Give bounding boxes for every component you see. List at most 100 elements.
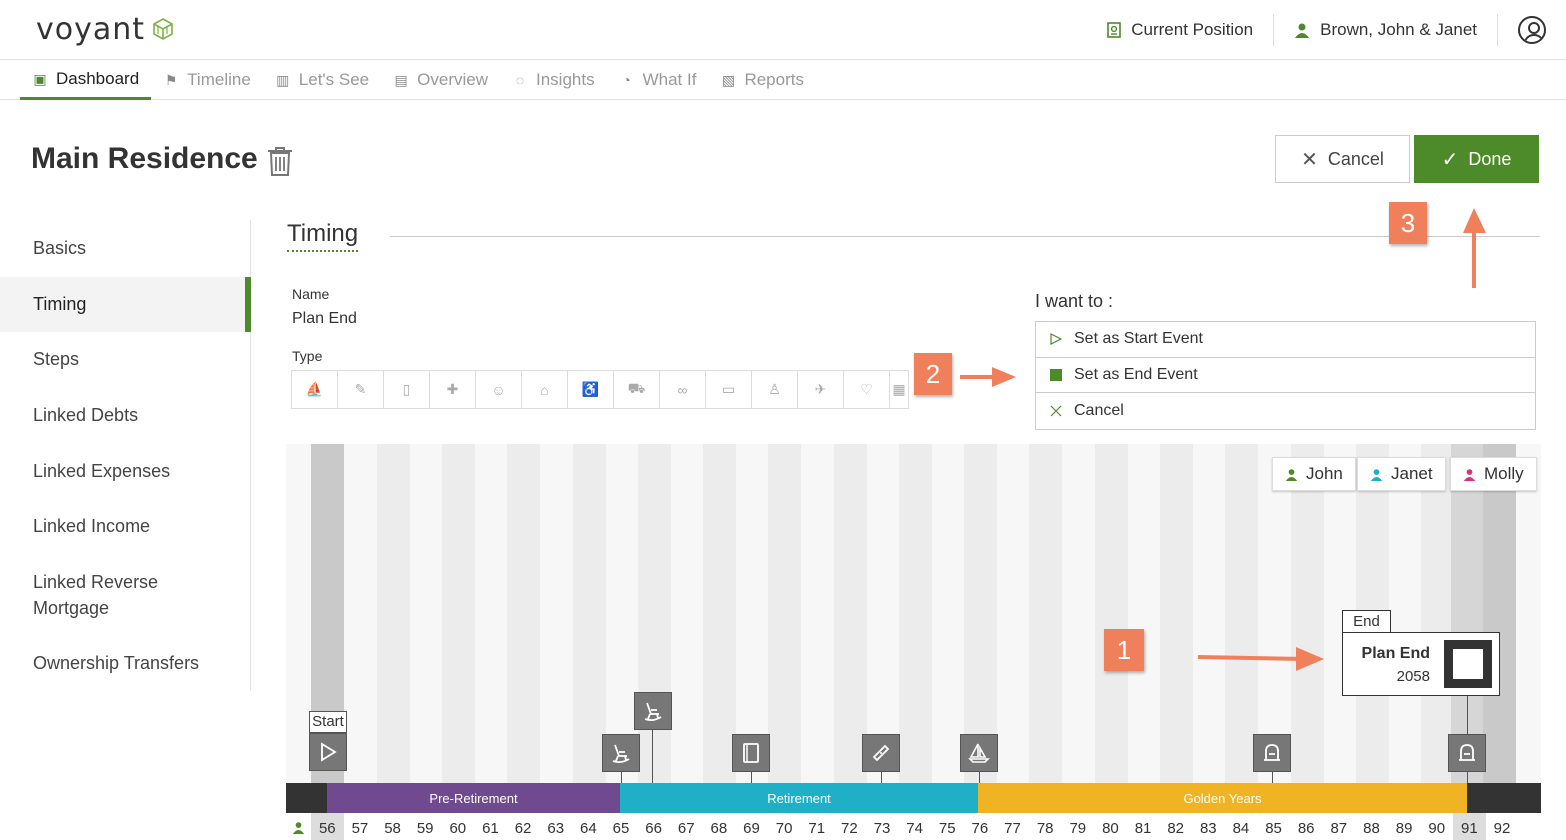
bandage-icon[interactable]: ✚ [430,371,476,408]
person-icon[interactable]: ♙ [752,371,798,408]
tab-overview[interactable]: ▤ Overview [381,60,500,100]
tab-dashboard[interactable]: ▣ Dashboard [20,60,152,100]
event-stem [881,771,882,783]
sidebar-item-linked-reverse-mortgage[interactable]: Linked Reverse Mortgage [0,569,200,621]
done-button[interactable]: ✓ Done [1414,135,1539,183]
timeline-stripe [899,444,932,783]
car-icon[interactable]: ⛟ [614,371,660,408]
phase-golden-years[interactable]: Golden Years [978,783,1467,813]
play-outline-icon [1050,333,1062,346]
sidebar-item-linked-debts[interactable]: Linked Debts [0,402,251,428]
legend-john[interactable]: John [1272,457,1356,491]
timeline-stripe [768,444,801,783]
tab-reports[interactable]: ▧ Reports [708,60,816,100]
rocker-icon[interactable]: ♿ [568,371,614,408]
age-tick: 80 [1102,820,1119,837]
house-icon[interactable]: ⌂ [522,371,568,408]
rocker-icon [644,702,662,722]
sidebar-item-ownership-transfers[interactable]: Ownership Transfers [0,650,251,676]
section-divider [390,236,1540,237]
cancel-button[interactable]: ✕ Cancel [1275,135,1410,183]
age-tick: 84 [1232,820,1250,837]
sailboat-icon [968,743,990,763]
start-label: Start [309,711,347,733]
pie-chart-icon: ◔ [622,72,631,88]
end-label: End [1342,610,1391,634]
timeline-stripe [964,444,997,783]
event-stem [652,729,653,783]
book-icon[interactable]: ▯ [384,371,430,408]
tab-lets-see[interactable]: ▥ Let's See [263,60,381,100]
sidebar-item-linked-expenses[interactable]: Linked Expenses [0,458,251,484]
age-tick: 57 [351,820,369,837]
education-event-marker[interactable] [732,734,770,772]
boat-event-marker[interactable] [960,734,998,772]
age-tick: 82 [1167,820,1185,837]
option-label: Set as End Event [1074,365,1198,383]
legend-molly[interactable]: Molly [1450,457,1537,491]
user-avatar-icon [1518,16,1546,44]
timeline-stripe [377,444,410,783]
heart-ring-icon[interactable]: ♡ [844,371,890,408]
age-tick: 58 [384,820,401,837]
set-end-event-option[interactable]: Set as End Event [1036,358,1535,393]
paint-roller-icon[interactable]: ▭ [706,371,752,408]
event-stem [979,771,980,783]
tab-what-if[interactable]: ◔ What If [607,60,709,100]
start-event-marker[interactable] [309,733,347,771]
user-menu[interactable] [1498,14,1566,46]
square-filled-icon [1050,368,1062,381]
age-tick: 71 [808,820,826,837]
sidebar-item-timing[interactable]: Timing [0,277,251,332]
tab-label: Overview [417,70,488,89]
tab-insights[interactable]: ◌ Insights [500,60,607,100]
rings-icon[interactable]: ∞ [660,371,706,408]
age-tick: 56 [311,813,344,840]
current-position-label: Current Position [1131,20,1254,39]
age-tick: 68 [710,820,728,837]
plane-icon[interactable]: ✈ [798,371,844,408]
death-event-marker-2[interactable] [1448,734,1486,772]
trash-icon[interactable] [266,145,294,177]
sidebar-item-linked-income[interactable]: Linked Income [0,513,251,539]
phase-pre-retirement[interactable]: Pre-Retirement [327,783,620,813]
retirement-event-marker-2[interactable] [634,692,672,730]
play-outline-icon [321,742,337,762]
age-tick: 86 [1297,820,1315,837]
sailboat-icon[interactable]: ⛵ [292,371,338,408]
done-label: Done [1468,148,1512,169]
current-position-link[interactable]: Current Position [1087,14,1275,46]
age-tick: 88 [1363,820,1380,837]
type-selector: ⛵ ✎ ▯ ✚ ☺ ⌂ ♿ ⛟ ∞ ▭ ♙ ✈ ♡ ▦ [291,370,909,409]
legend-label: Molly [1484,464,1524,483]
legend-janet[interactable]: Janet [1357,457,1446,491]
sidebar-item-steps[interactable]: Steps [0,346,251,372]
age-tick: 74 [906,820,923,837]
tab-timeline[interactable]: ⚑ Timeline [151,60,263,100]
plan-end-card[interactable]: Plan End 2058 [1342,632,1500,696]
timeline-stripe [573,444,606,783]
bandage-icon [872,744,890,762]
app-logo[interactable]: voyant [36,12,145,47]
set-start-event-option[interactable]: Set as Start Event [1036,322,1535,358]
party-icon[interactable]: ✎ [338,371,384,408]
retirement-event-marker[interactable] [602,734,640,772]
dashboard-icon: ▣ [33,70,47,87]
sidebar-item-basics[interactable]: Basics [0,235,251,261]
calendar-icon[interactable]: ▦ [890,371,908,408]
document-icon [1107,22,1122,38]
death-event-marker[interactable] [1253,734,1291,772]
phase-retirement[interactable]: Retirement [620,783,978,813]
client-selector[interactable]: Brown, John & Janet [1274,14,1498,46]
health-event-marker[interactable] [862,734,900,772]
phase-bar-before [286,783,327,813]
end-event-year: 2058 [1396,668,1430,685]
age-tick: 65 [612,820,630,837]
cancel-option[interactable]: Cancel [1036,393,1535,429]
tombstone-icon [1459,744,1475,761]
tab-label: What If [642,70,697,89]
person-icon [1285,468,1298,481]
person-icon [1295,23,1310,38]
age-tick: 66 [645,820,662,837]
baby-icon[interactable]: ☺ [476,371,522,408]
